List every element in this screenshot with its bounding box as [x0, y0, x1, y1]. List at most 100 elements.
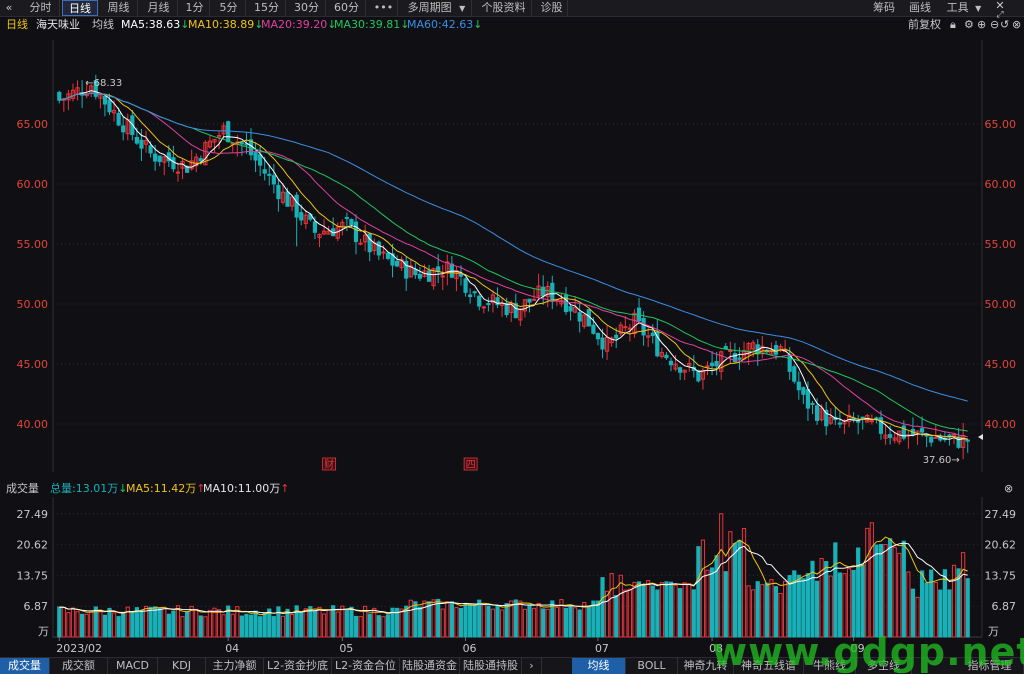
candle-body: [814, 405, 820, 421]
indicator-tab[interactable]: 主力净额: [206, 658, 264, 674]
candle-body: [417, 273, 423, 279]
volume-bar: [381, 616, 386, 638]
candle-body: [358, 242, 363, 245]
volume-bar: [349, 606, 354, 638]
tab-weekly[interactable]: 周线: [100, 0, 138, 16]
ma60-text: MA60:42.63: [407, 18, 474, 31]
volume-bar: [203, 616, 208, 638]
ma20-value: MA20:39.20↓: [261, 17, 336, 33]
close-circle-icon[interactable]: ⊗: [1012, 17, 1021, 33]
volume-bar: [769, 579, 774, 638]
volume-ma10-text: MA10:11.00万: [203, 482, 281, 495]
candle-body: [527, 298, 532, 303]
volume-bar: [89, 611, 94, 638]
indicator-tab[interactable]: 陆股通资金: [400, 658, 460, 674]
gear-icon[interactable]: ⚙: [964, 17, 974, 33]
volume-bar: [541, 608, 546, 638]
volume-bar: [66, 612, 71, 638]
candle-body: [171, 157, 176, 170]
overlay-tab[interactable]: 均线: [572, 658, 626, 674]
volume-bar: [732, 542, 738, 638]
price-tick-label-left: 55.00: [17, 238, 49, 251]
volume-bar: [696, 546, 701, 638]
volume-bar: [331, 605, 336, 638]
candle-body: [294, 194, 299, 218]
price-tick-label-right: 65.00: [985, 118, 1017, 131]
candle-body: [919, 428, 925, 433]
volume-bar: [216, 609, 222, 638]
diagnosis-button[interactable]: 诊股: [536, 0, 568, 16]
volume-bar: [714, 555, 719, 638]
candle-body: [801, 387, 806, 395]
candle-body: [102, 95, 108, 105]
scroll-tabs-arrow[interactable]: ›: [522, 658, 542, 674]
adjust-mode[interactable]: 前复权: [908, 17, 941, 33]
stock-profile-button[interactable]: 个股资料: [476, 0, 532, 16]
volume-bar: [299, 612, 304, 638]
ma10-line: [59, 92, 968, 440]
volume-bar: [162, 607, 167, 638]
indicator-tab[interactable]: MACD: [108, 658, 158, 674]
candle-body: [929, 436, 934, 443]
zoom-out-icon[interactable]: ⊖: [990, 17, 999, 33]
candle-body: [477, 295, 482, 307]
volume-bar: [737, 539, 742, 638]
tools-button[interactable]: 工具 ▼: [940, 0, 988, 16]
ma5-line: [59, 90, 968, 441]
draw-line-button[interactable]: 画线: [900, 0, 940, 16]
lock-icon[interactable]: 🔒︎: [950, 17, 956, 33]
indicator-tab[interactable]: L2-资金合位: [332, 658, 400, 674]
indicator-tab[interactable]: 陆股通持股: [460, 658, 522, 674]
ma60-line: [59, 92, 968, 402]
candle-body: [614, 334, 619, 339]
indicator-tab[interactable]: L2-资金抄底: [264, 658, 332, 674]
tab-60min[interactable]: 60分: [328, 0, 366, 16]
tab-15min[interactable]: 15分: [248, 0, 286, 16]
date-tick-label: 04: [225, 642, 239, 655]
volume-bar: [700, 539, 706, 638]
tab-30min[interactable]: 30分: [288, 0, 326, 16]
volume-unit-left: 万: [38, 625, 49, 638]
volume-bar: [445, 601, 450, 638]
back-icon[interactable]: ↺: [1000, 17, 1009, 33]
volume-bar: [57, 606, 62, 638]
zoom-in-icon[interactable]: ⊕: [977, 17, 986, 33]
candle-body: [271, 175, 276, 185]
volume-bar: [673, 584, 678, 638]
chips-button[interactable]: 筹码: [864, 0, 904, 16]
date-tick-label: 06: [463, 642, 477, 655]
volume-bar: [586, 606, 591, 638]
ma60-value: MA60:42.63↓: [407, 17, 482, 33]
volume-bar: [463, 603, 468, 638]
volume-bar: [919, 570, 925, 638]
more-button[interactable]: •••: [370, 0, 398, 16]
volume-bar: [367, 613, 372, 638]
indicator-tab[interactable]: 成交额: [50, 658, 108, 674]
indicator-tab[interactable]: KDJ: [158, 658, 206, 674]
price-chart[interactable]: 40.00 40.00 45.00 45.00 50.00 50.00 55.00 55.00…: [0, 34, 1024, 480]
tab-minute[interactable]: 分时: [22, 0, 60, 16]
tab-daily[interactable]: 日线: [62, 0, 98, 16]
candle-body: [792, 366, 797, 382]
double-chevron-left-icon[interactable]: «: [0, 0, 18, 16]
close-circle-icon[interactable]: ⊗: [1004, 481, 1013, 497]
tab-monthly[interactable]: 月线: [140, 0, 178, 16]
avg-line-label[interactable]: 均线: [92, 17, 114, 33]
overlay-tab[interactable]: BOLL: [626, 658, 678, 674]
volume-bar: [678, 588, 683, 638]
volume-bar: [385, 614, 391, 638]
volume-bar: [545, 608, 550, 638]
date-tick-label: 2023/02: [56, 642, 102, 655]
multi-period-button[interactable]: 多周期图 ▼: [402, 0, 472, 16]
candle-body: [737, 357, 742, 360]
tab-5min[interactable]: 5分: [212, 0, 246, 16]
candle-body: [262, 169, 267, 174]
volume-bar: [787, 575, 792, 638]
tab-1min[interactable]: 1分: [180, 0, 210, 16]
volume-bar: [783, 580, 788, 638]
watermark: www.gdgp.net: [712, 630, 1024, 674]
volume-bar: [472, 603, 477, 638]
indicator-tab[interactable]: 成交量: [0, 658, 50, 674]
volume-bar: [577, 609, 582, 638]
volume-bar: [573, 607, 578, 638]
